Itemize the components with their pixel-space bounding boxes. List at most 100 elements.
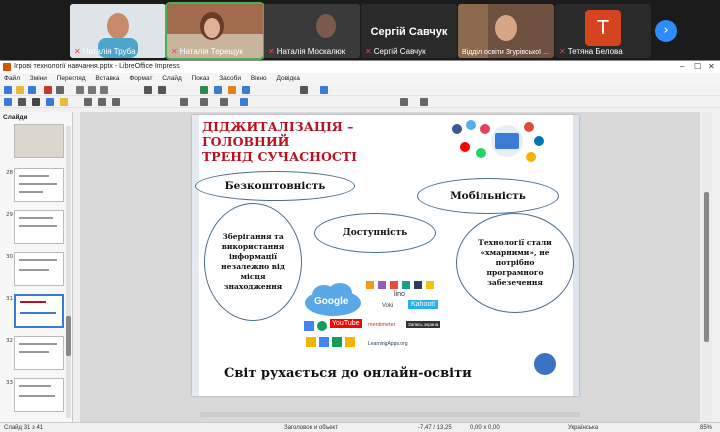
participant-avatar: T xyxy=(585,10,621,46)
sheets-icon xyxy=(332,337,342,347)
menu-file[interactable]: Файл xyxy=(4,75,20,82)
text-icon[interactable] xyxy=(32,98,40,106)
status-bar: Слайд 31 з 41 Заголовок и объект -7,47 /… xyxy=(0,422,720,432)
edtech-logos: Google lino Voki Kahoot! YouTube mentime… xyxy=(304,279,456,359)
learningapps-logo: LearningApps.org xyxy=(368,341,408,347)
table-icon[interactable] xyxy=(200,86,208,94)
menu-insert[interactable]: Вставка xyxy=(95,75,119,82)
new-icon[interactable] xyxy=(4,86,12,94)
slide-thumbnail[interactable] xyxy=(14,336,64,370)
open-icon[interactable] xyxy=(16,86,24,94)
paste-icon[interactable] xyxy=(100,86,108,94)
print-icon[interactable] xyxy=(56,86,64,94)
language-indicator[interactable]: Українська xyxy=(568,423,598,432)
slide-thumbnail-selected[interactable] xyxy=(14,294,64,328)
image-icon[interactable] xyxy=(214,86,222,94)
slides-scrollbar[interactable] xyxy=(66,126,71,418)
bubble-accessibility: Доступність xyxy=(314,213,436,253)
menu-view[interactable]: Перегляд xyxy=(57,75,86,82)
participant-tile[interactable]: Відділ освіти Згурівської ... xyxy=(458,4,554,58)
slide-number: 31 xyxy=(6,296,13,302)
menu-edit[interactable]: Зміни xyxy=(30,75,47,82)
menu-window[interactable]: Вікно xyxy=(251,75,267,82)
menu-tools[interactable]: Засоби xyxy=(219,75,241,82)
scrollbar-thumb[interactable] xyxy=(66,316,71,356)
drawing-toolbar xyxy=(0,96,720,108)
participant-tile[interactable]: ✕ Наталія Труба xyxy=(70,4,166,58)
slideshow-icon[interactable] xyxy=(320,86,328,94)
export-pdf-icon[interactable] xyxy=(44,86,52,94)
save-icon[interactable] xyxy=(28,86,36,94)
docs-icon xyxy=(319,337,329,347)
rectangle-icon[interactable] xyxy=(84,98,92,106)
mic-muted-icon: ✕ xyxy=(268,47,275,56)
menu-slide[interactable]: Слайд xyxy=(162,75,182,82)
slide-edit-area: ДІДЖИТАЛІЗАЦІЯ – ГОЛОВНИЙ ТРЕНД СУЧАСНОС… xyxy=(80,112,700,422)
zoom-icon[interactable] xyxy=(18,98,26,106)
social-icons-cluster xyxy=(452,120,544,162)
slide-thumbnail[interactable] xyxy=(14,252,64,286)
scrollbar-thumb[interactable] xyxy=(704,192,709,342)
slide-thumbnail[interactable] xyxy=(14,168,64,202)
window-title: Ігрові технології навчання.pptx - LibreO… xyxy=(14,63,180,70)
screen-record-logo: Запись экрана xyxy=(406,321,441,328)
slide-thumbnail[interactable] xyxy=(14,210,64,244)
select-icon[interactable] xyxy=(4,98,12,106)
minimize-icon[interactable]: – xyxy=(680,61,684,73)
chart-icon[interactable] xyxy=(228,86,236,94)
bubble-cloud-tech: Технології стали «хмарними», не потрібно… xyxy=(456,213,574,313)
menu-slideshow[interactable]: Показ xyxy=(192,75,210,82)
basic-shapes-icon[interactable] xyxy=(180,98,188,106)
menu-help[interactable]: Довідка xyxy=(276,75,299,82)
line-color-icon[interactable] xyxy=(46,98,54,106)
drive-icon xyxy=(306,337,316,347)
participant-tile-active[interactable]: ✕ Наталія Терещук xyxy=(165,2,265,60)
close-icon[interactable]: ✕ xyxy=(708,61,715,73)
maximize-icon[interactable]: ☐ xyxy=(694,61,701,73)
cut-icon[interactable] xyxy=(76,86,84,94)
layout-name: Заголовок и объект xyxy=(284,425,338,431)
slides-panel: Слайди 28 29 30 31 32 33 xyxy=(0,112,73,422)
participant-tile[interactable]: T ✕ Тетяна Белова xyxy=(555,4,651,58)
vertical-scrollbar[interactable] xyxy=(702,112,712,422)
participant-name: Тетяна Белова xyxy=(567,47,623,56)
align-icon[interactable] xyxy=(420,98,428,106)
undo-icon[interactable] xyxy=(144,86,152,94)
ellipse-icon[interactable] xyxy=(98,98,106,106)
callouts-icon[interactable] xyxy=(220,98,228,106)
slides-panel-header: Слайди xyxy=(3,114,28,121)
copy-icon[interactable] xyxy=(88,86,96,94)
slide-number: 28 xyxy=(6,170,13,176)
slide-number: 33 xyxy=(6,380,13,386)
chevron-right-icon[interactable]: › xyxy=(655,20,677,42)
app-icon xyxy=(390,281,398,289)
display-views-icon[interactable] xyxy=(300,86,308,94)
arrow-icon[interactable] xyxy=(112,98,120,106)
menu-format[interactable]: Формат xyxy=(129,75,152,82)
cursor-position: -7,47 / 13,25 xyxy=(418,425,452,431)
app-icon xyxy=(402,281,410,289)
arrows-icon[interactable] xyxy=(200,98,208,106)
app-icon xyxy=(366,281,374,289)
youtube-logo: YouTube xyxy=(330,319,362,328)
zoom-level[interactable]: 85% xyxy=(700,423,712,432)
slide-footer-text: Світ рухається до онлайн-освіти xyxy=(224,366,472,381)
participant-tile[interactable]: Сергій Савчук ✕ Сергій Савчук xyxy=(361,4,457,58)
redo-icon[interactable] xyxy=(158,86,166,94)
rotate-icon[interactable] xyxy=(400,98,408,106)
meeting-participants-strip: ✕ Наталія Труба ✕ Наталія Терещук ✕ Наталія… xyxy=(0,0,720,60)
fill-color-icon[interactable] xyxy=(60,98,68,106)
slide-decoration xyxy=(192,115,199,396)
slide-thumbnail[interactable] xyxy=(14,124,64,158)
bubble-storage: Зберігання та використання інформації не… xyxy=(204,203,302,321)
slide-canvas[interactable]: ДІДЖИТАЛІЗАЦІЯ – ГОЛОВНИЙ ТРЕНД СУЧАСНОС… xyxy=(192,115,579,396)
app-icon xyxy=(378,281,386,289)
participant-tile[interactable]: ✕ Наталія Москалюк xyxy=(264,4,360,58)
horizontal-scrollbar[interactable] xyxy=(200,412,580,417)
slide-thumbnail[interactable] xyxy=(14,378,64,412)
textbox-icon[interactable] xyxy=(242,86,250,94)
app-icon xyxy=(414,281,422,289)
participant-name: Наталія Труба xyxy=(82,47,136,56)
stars-icon[interactable] xyxy=(240,98,248,106)
object-size: 0,00 x 0,00 xyxy=(470,425,500,431)
